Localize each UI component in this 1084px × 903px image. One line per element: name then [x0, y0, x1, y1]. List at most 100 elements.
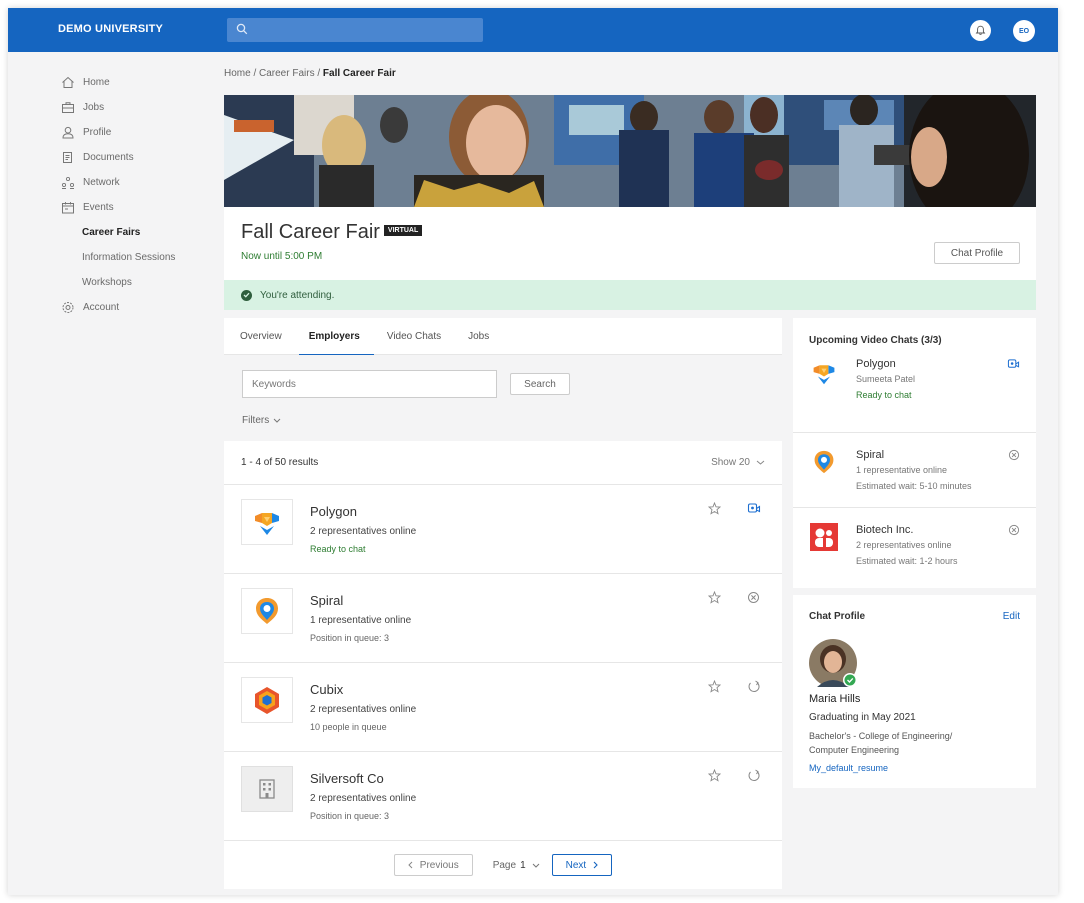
star-icon[interactable] — [707, 768, 722, 785]
global-search-input[interactable] — [227, 18, 483, 42]
sidebar-item-account[interactable]: Account — [60, 295, 210, 320]
attending-banner: You're attending. — [224, 280, 1036, 310]
employer-row-silversoft[interactable]: Silversoft Co 2 representatives online P… — [224, 752, 782, 841]
page-label: Page — [492, 859, 517, 871]
next-label: Next — [565, 859, 587, 871]
breadcrumb-current: Fall Career Fair — [322, 68, 396, 79]
edit-link[interactable]: Edit — [1003, 611, 1020, 622]
tab-overview[interactable]: Overview — [240, 318, 282, 355]
sidebar-item-label: Account — [83, 302, 120, 313]
video-chat-icon[interactable] — [747, 502, 761, 518]
chat-line-2: 1 representative online — [856, 465, 948, 475]
person-icon — [60, 126, 76, 140]
sidebar-item-label: Home — [83, 77, 110, 88]
show-per-page-select[interactable]: Show 20 — [711, 457, 765, 468]
employer-name[interactable]: Spiral — [310, 593, 343, 608]
sidebar-item-label: Profile — [83, 127, 112, 138]
previous-label: Previous — [419, 859, 459, 871]
sidebar-item-documents[interactable]: Documents — [60, 145, 210, 170]
star-icon[interactable] — [707, 501, 722, 518]
calendar-icon — [60, 201, 76, 215]
employer-status: Position in queue: 3 — [310, 811, 390, 821]
join-queue-icon[interactable] — [747, 680, 761, 696]
notifications-bell-icon[interactable] — [970, 20, 991, 41]
upcoming-chat-biotech[interactable]: Biotech Inc. 2 representatives online Es… — [793, 508, 1036, 588]
sidebar: Home Jobs Profile Documents Network Even… — [60, 70, 210, 320]
employer-name[interactable]: Cubix — [310, 682, 343, 697]
profile-avatar — [809, 639, 857, 687]
show-per-page-label: Show 20 — [711, 457, 750, 468]
cancel-icon[interactable] — [1008, 524, 1020, 539]
event-time: Now until 5:00 PM — [241, 251, 323, 262]
pagination: Previous Page 1 Next — [224, 841, 782, 889]
resume-link[interactable]: My_default_resume — [809, 763, 888, 773]
user-avatar[interactable]: EO — [1013, 20, 1035, 42]
breadcrumb: Home / Career Fairs / Fall Career Fair — [224, 68, 396, 79]
chat-line-3: Estimated wait: 1-2 hours — [856, 556, 958, 566]
sidebar-item-home[interactable]: Home — [60, 70, 210, 95]
previous-button[interactable]: Previous — [393, 854, 473, 876]
sidebar-subitem-information-sessions[interactable]: Information Sessions — [60, 245, 210, 270]
event-tabs: Overview Employers Video Chats Jobs — [224, 318, 782, 356]
cubix-logo — [241, 677, 293, 723]
video-chat-icon[interactable] — [1007, 358, 1020, 373]
filters-dropdown[interactable]: Filters — [242, 415, 281, 426]
sidebar-item-label: Events — [83, 202, 114, 213]
event-title: Fall Career Fair VIRTUAL — [241, 221, 423, 244]
keywords-input[interactable] — [242, 370, 497, 398]
polygon-logo — [809, 358, 839, 388]
employer-reps: 2 representatives online — [310, 793, 417, 804]
sidebar-item-events[interactable]: Events — [60, 195, 210, 220]
brand-name[interactable]: DEMO UNIVERSITY — [58, 23, 163, 35]
upcoming-chat-polygon[interactable]: Polygon Sumeeta Patel Ready to chat — [793, 358, 1036, 433]
network-icon — [60, 176, 76, 190]
tab-jobs[interactable]: Jobs — [468, 318, 489, 355]
join-queue-icon[interactable] — [747, 769, 761, 785]
page-value: 1 — [520, 859, 526, 871]
biotech-logo — [809, 522, 839, 552]
cancel-icon[interactable] — [747, 591, 760, 607]
sidebar-item-network[interactable]: Network — [60, 170, 210, 195]
profile-name: Maria Hills — [809, 693, 861, 705]
check-circle-icon — [241, 289, 252, 301]
sidebar-subitem-career-fairs[interactable]: Career Fairs — [60, 220, 210, 245]
search-icon — [236, 23, 248, 38]
sidebar-item-jobs[interactable]: Jobs — [60, 95, 210, 120]
next-button[interactable]: Next — [551, 854, 613, 876]
event-title-text: Fall Career Fair — [241, 221, 380, 243]
employer-name[interactable]: Polygon — [310, 504, 357, 519]
employer-reps: 1 representative online — [310, 615, 412, 626]
star-icon[interactable] — [707, 590, 722, 607]
upcoming-chat-spiral[interactable]: Spiral 1 representative online Estimated… — [793, 433, 1036, 508]
tab-video-chats[interactable]: Video Chats — [387, 318, 441, 355]
sidebar-subitem-workshops[interactable]: Workshops — [60, 270, 210, 295]
chat-line-2: 2 representatives online — [856, 540, 952, 550]
employer-name[interactable]: Silversoft Co — [310, 771, 384, 786]
tab-employers[interactable]: Employers — [298, 318, 375, 356]
search-button[interactable]: Search — [510, 373, 570, 395]
sidebar-item-profile[interactable]: Profile — [60, 120, 210, 145]
chat-line-3: Ready to chat — [856, 390, 912, 400]
sidebar-item-label: Jobs — [83, 102, 105, 113]
chevron-down-icon — [756, 460, 765, 465]
chat-profile-title: Chat Profile — [809, 611, 866, 622]
building-icon — [241, 766, 293, 812]
breadcrumb-path[interactable]: Home / Career Fairs / — [224, 68, 323, 79]
chat-line-3: Estimated wait: 5-10 minutes — [856, 481, 972, 491]
filter-area: Search Filters — [224, 355, 782, 441]
star-icon[interactable] — [707, 679, 722, 696]
employer-status: 10 people in queue — [310, 722, 387, 732]
employer-row-polygon[interactable]: Polygon 2 representatives online Ready t… — [224, 485, 782, 574]
page-select[interactable]: Page 1 — [493, 860, 540, 871]
employer-status: Ready to chat — [310, 544, 366, 554]
chat-profile-button[interactable]: Chat Profile — [934, 242, 1020, 264]
employer-row-spiral[interactable]: Spiral 1 representative online Position … — [224, 574, 782, 663]
employer-row-cubix[interactable]: Cubix 2 representatives online 10 people… — [224, 663, 782, 752]
employer-reps: 2 representatives online — [310, 526, 417, 537]
chevron-down-icon — [532, 863, 540, 868]
right-panel: Upcoming Video Chats (3/3) Polygon Sumee… — [793, 318, 1036, 788]
briefcase-icon — [60, 101, 76, 115]
upcoming-video-chats-card: Upcoming Video Chats (3/3) Polygon Sumee… — [793, 318, 1036, 588]
chat-employer-name: Spiral — [856, 449, 885, 461]
cancel-icon[interactable] — [1008, 449, 1020, 464]
